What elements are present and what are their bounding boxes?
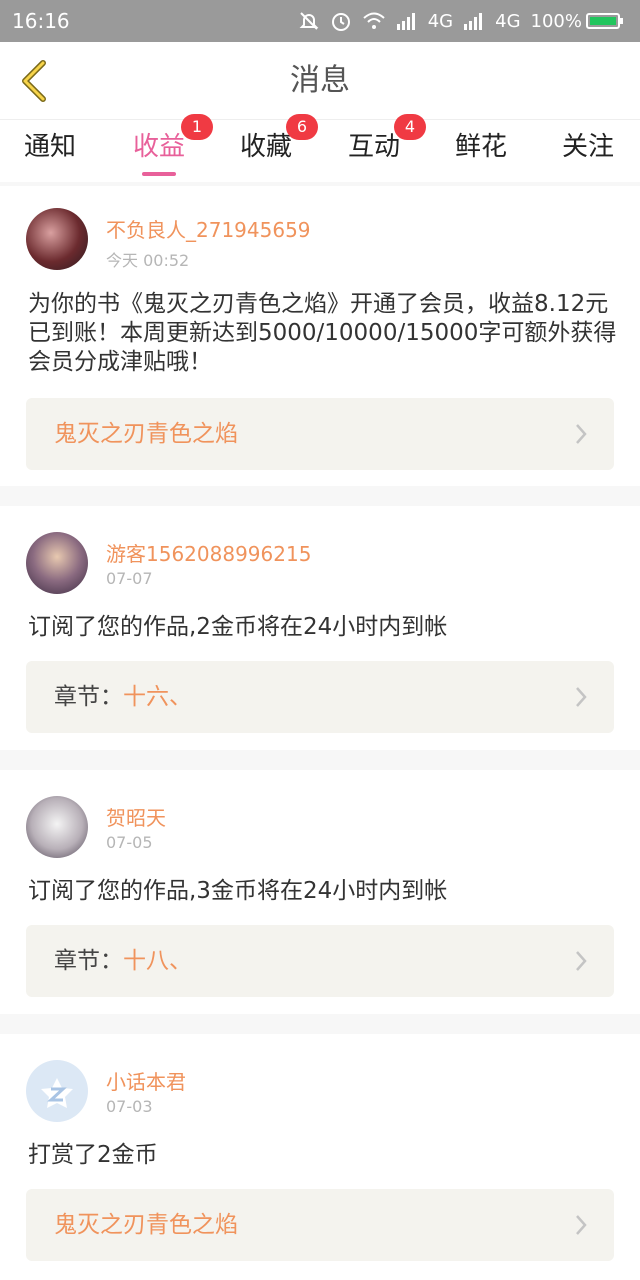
battery-percent: 100% — [530, 10, 582, 32]
book-title: 鬼灭之刃青色之焰 — [54, 1212, 238, 1238]
timestamp: 今天 00:52 — [106, 251, 190, 270]
network-label-1: 4G — [427, 10, 454, 32]
username[interactable]: 游客1562088996215 — [106, 538, 311, 567]
battery: 100% — [531, 11, 626, 32]
chevron-right-icon — [576, 687, 587, 707]
tab-label: 互动 — [347, 132, 400, 162]
chevron-right-icon — [576, 951, 587, 971]
mute-bell-icon — [298, 10, 320, 32]
tab-bar: 通知 收益 1 收藏 6 互动 4 鲜花 关注 — [0, 114, 640, 182]
chapter-title: 章节：十八、 — [54, 948, 192, 974]
timestamp: 07-03 — [106, 1097, 153, 1116]
tab-badge: 4 — [394, 114, 426, 140]
message-text: 订阅了您的作品,2金币将在24小时内到帐 — [28, 614, 448, 640]
message-card: 不负良人_271945659 今天 00:52 为你的书《鬼灭之刃青色之焰》开通… — [0, 186, 640, 486]
tab-label: 收藏 — [239, 132, 292, 162]
back-button[interactable] — [14, 56, 54, 106]
message-card: 贺昭天 07-05 订阅了您的作品,3金币将在24小时内到帐 章节：十八、 — [0, 770, 640, 1014]
tab-label: 鲜花 — [454, 132, 507, 162]
tab-badge: 6 — [286, 114, 318, 140]
message-text: 打赏了2金币 — [28, 1142, 158, 1168]
tab-label: 通知 — [23, 132, 76, 162]
book-link[interactable]: 鬼灭之刃青色之焰 — [26, 1189, 614, 1261]
username[interactable]: 不负良人_271945659 — [106, 214, 311, 243]
tab-earnings[interactable]: 收益 1 — [109, 114, 213, 182]
active-tab-indicator — [142, 172, 176, 176]
chevron-left-icon — [22, 60, 46, 102]
message-card: 游客1562088996215 07-07 订阅了您的作品,2金币将在24小时内… — [0, 506, 640, 750]
header: 消息 — [0, 42, 640, 120]
message-card: 小话本君 07-03 打赏了2金币 鬼灭之刃青色之焰 — [0, 1034, 640, 1280]
status-time: 16:16 — [12, 9, 70, 33]
signal-icon-1 — [396, 12, 418, 30]
signal-icon-2 — [463, 12, 485, 30]
tab-badge: 1 — [181, 114, 213, 140]
chevron-right-icon — [576, 1215, 587, 1235]
status-icons: 4G 4G 100% — [298, 10, 626, 32]
tab-flowers[interactable]: 鲜花 — [431, 120, 531, 182]
avatar[interactable] — [26, 208, 88, 270]
wifi-icon — [362, 11, 386, 31]
timestamp: 07-05 — [106, 833, 153, 852]
chevron-right-icon — [576, 424, 587, 444]
battery-icon — [586, 13, 623, 29]
book-title: 鬼灭之刃青色之焰 — [54, 421, 238, 447]
book-link[interactable]: 鬼灭之刃青色之焰 — [26, 398, 614, 470]
avatar[interactable] — [26, 796, 88, 858]
tab-notice[interactable]: 通知 — [0, 120, 100, 182]
timestamp: 07-07 — [106, 569, 153, 588]
avatar[interactable] — [26, 532, 88, 594]
tab-interaction[interactable]: 互动 4 — [324, 114, 426, 182]
tab-label: 收益 — [132, 132, 185, 162]
default-avatar-icon[interactable] — [26, 1060, 88, 1122]
page-title: 消息 — [290, 63, 350, 98]
username[interactable]: 小话本君 — [106, 1066, 186, 1095]
chapter-link[interactable]: 章节：十八、 — [26, 925, 614, 997]
status-bar: 16:16 4G 4G 100% — [0, 0, 640, 42]
chapter-title: 章节：十六、 — [54, 684, 192, 710]
message-text: 订阅了您的作品,3金币将在24小时内到帐 — [28, 878, 448, 904]
tab-favorites[interactable]: 收藏 6 — [216, 114, 318, 182]
message-text: 为你的书《鬼灭之刃青色之焰》开通了会员，收益8.12元已到账！本周更新达到500… — [28, 291, 617, 375]
tab-follow[interactable]: 关注 — [538, 120, 638, 182]
tab-label: 关注 — [561, 132, 614, 162]
chapter-link[interactable]: 章节：十六、 — [26, 661, 614, 733]
alarm-icon — [330, 10, 352, 32]
username[interactable]: 贺昭天 — [106, 802, 166, 831]
network-label-2: 4G — [495, 10, 521, 32]
